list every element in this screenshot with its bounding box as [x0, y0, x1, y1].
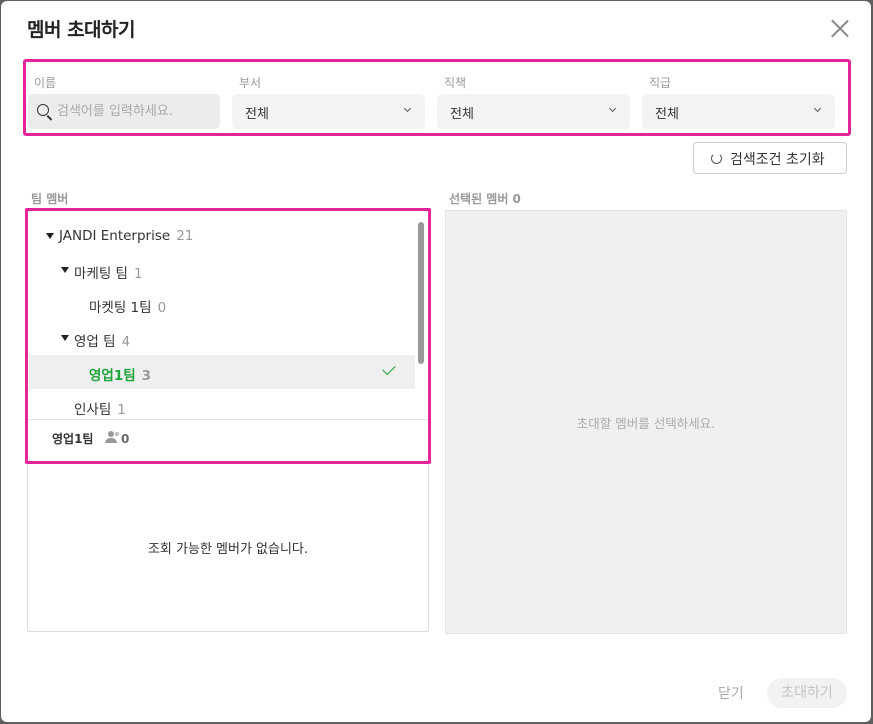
- team-members-label: 팀 멤버: [31, 192, 69, 206]
- invite-button[interactable]: 초대하기: [767, 678, 847, 708]
- reset-filters-button[interactable]: 검색조건 초기화: [693, 142, 847, 174]
- tree-highlight: [25, 208, 431, 464]
- duty-select-value: 전체: [450, 107, 474, 122]
- chevron-down-icon: [403, 104, 412, 113]
- duty-filter-label: 직책: [444, 76, 467, 90]
- search-icon: [37, 104, 49, 116]
- department-filter-label: 부서: [239, 76, 262, 90]
- select-members-prompt: 초대할 멤버를 선택하세요.: [576, 416, 716, 431]
- no-members-message: 조회 가능한 멤버가 없습니다.: [147, 542, 309, 557]
- close-icon[interactable]: [828, 17, 852, 41]
- name-search-box: [28, 94, 220, 129]
- name-filter-label: 이름: [34, 76, 57, 90]
- reset-filters-label: 검색조건 초기화: [730, 152, 825, 168]
- department-select[interactable]: 전체: [232, 94, 425, 129]
- rank-filter-label: 직급: [649, 76, 672, 90]
- selected-members-label: 선택된 멤버 0: [449, 192, 521, 206]
- rank-select-value: 전체: [655, 107, 679, 122]
- name-search-input[interactable]: [57, 94, 217, 129]
- close-button[interactable]: 닫기: [718, 683, 744, 703]
- rank-select[interactable]: 전체: [642, 94, 835, 129]
- chevron-down-icon: [813, 104, 822, 113]
- chevron-down-icon: [608, 104, 617, 113]
- duty-select[interactable]: 전체: [437, 94, 630, 129]
- department-select-value: 전체: [245, 107, 269, 122]
- refresh-icon: [711, 153, 722, 164]
- dialog-title: 멤버 초대하기: [27, 19, 136, 41]
